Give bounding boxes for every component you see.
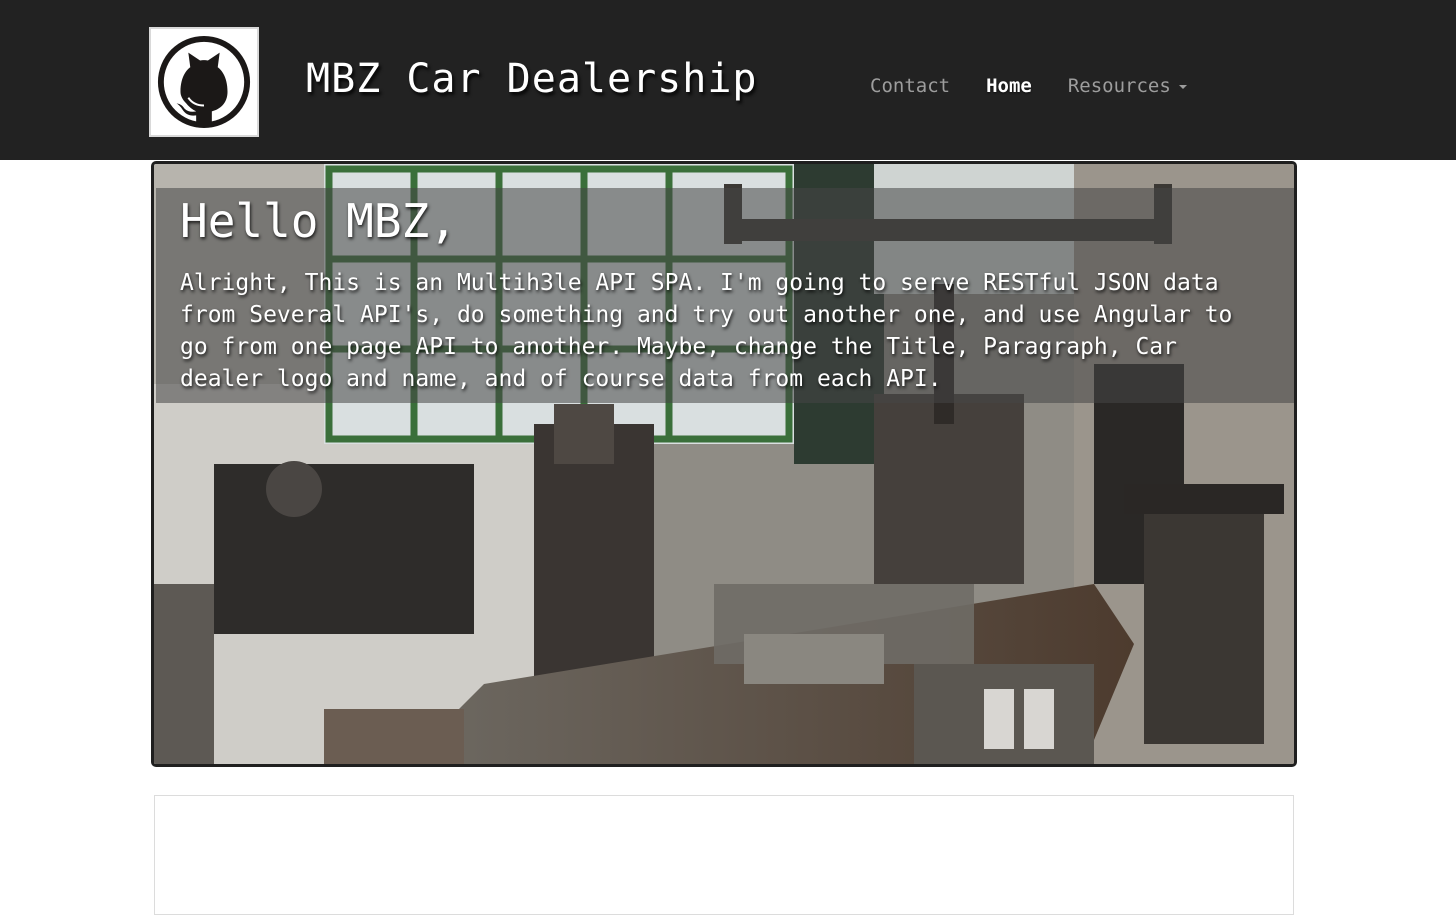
content-panel [154,795,1294,915]
nav-resources-dropdown[interactable]: Resources [1050,75,1205,97]
main-nav: Contact Home Resources [852,72,1205,100]
caret-down-icon [1178,84,1187,89]
hero-paragraph: Alright, This is an Multih3le API SPA. I… [180,269,1233,392]
hero-jumbotron: Hello MBZ, Alright, This is an Multih3le… [151,161,1297,767]
hero-title: Hello MBZ, [180,194,457,248]
navbar: MBZ Car Dealership Contact Home Resource… [0,0,1456,160]
github-octocat-icon [155,33,253,131]
nav-resources-label: Resources [1067,75,1171,97]
brand-logo[interactable] [149,27,259,137]
nav-contact[interactable]: Contact [852,75,968,97]
nav-home[interactable]: Home [968,75,1050,97]
brand-title[interactable]: MBZ Car Dealership [306,56,757,102]
hero-caption: Hello MBZ, Alright, This is an Multih3le… [156,188,1294,403]
